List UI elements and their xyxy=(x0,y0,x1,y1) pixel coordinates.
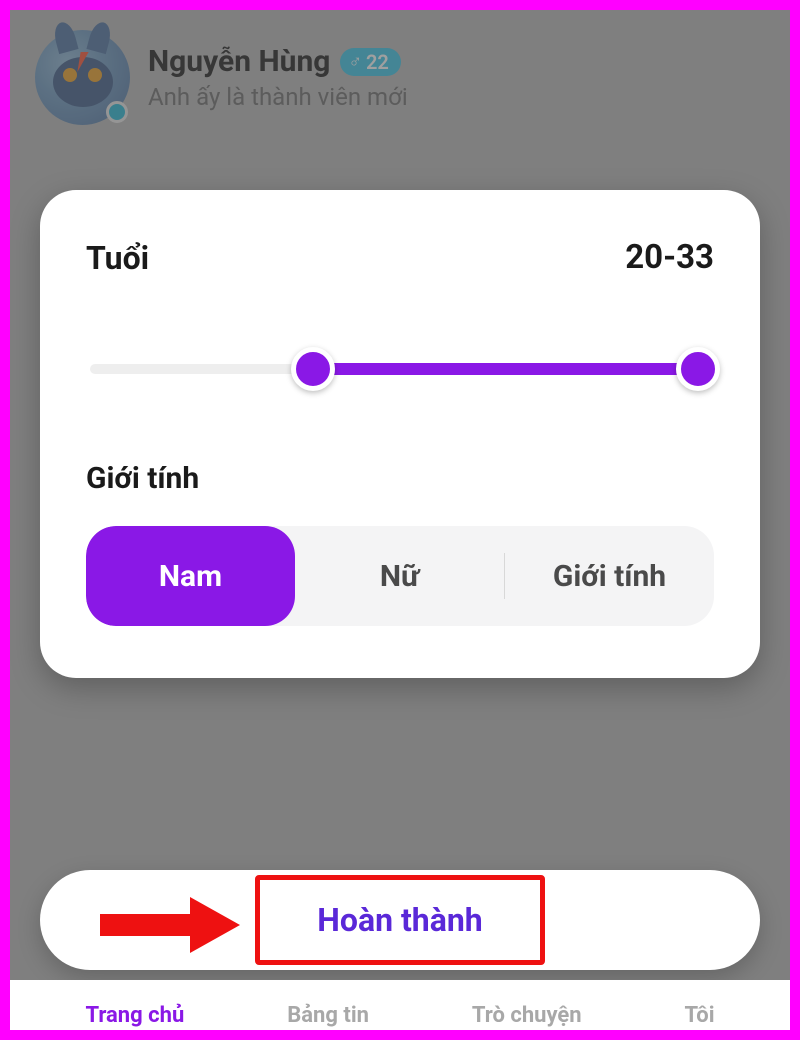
gender-label: Giới tính xyxy=(86,461,714,496)
age-range-value: 20-33 xyxy=(625,238,714,277)
slider-handle-min[interactable] xyxy=(291,347,335,391)
gender-option-other[interactable]: Giới tính xyxy=(505,526,714,626)
age-label: Tuổi xyxy=(86,239,149,277)
nav-feed[interactable]: Bảng tin xyxy=(287,1003,369,1030)
nav-chat[interactable]: Trò chuyện xyxy=(472,1003,582,1030)
gender-option-male-label: Nam xyxy=(159,559,222,594)
slider-fill xyxy=(301,363,698,375)
app-frame: Nguyễn Hùng ♂ 22 Anh ấy là thành viên mớ… xyxy=(10,10,790,1030)
gender-segmented: Nam Nữ Giới tính xyxy=(86,526,714,626)
bottom-nav: Trang chủ Bảng tin Trò chuyện Tôi xyxy=(10,980,790,1030)
slider-handle-max[interactable] xyxy=(676,347,720,391)
gender-option-male[interactable]: Nam xyxy=(86,526,295,626)
age-range-slider[interactable] xyxy=(90,347,710,391)
gender-option-female[interactable]: Nữ xyxy=(295,526,504,626)
filter-card: Tuổi 20-33 Giới tính Nam Nữ Giới tính xyxy=(40,190,760,678)
gender-option-female-label: Nữ xyxy=(380,559,419,594)
done-button-label: Hoàn thành xyxy=(317,901,482,939)
nav-me[interactable]: Tôi xyxy=(685,1003,715,1030)
gender-option-other-label: Giới tính xyxy=(553,559,666,594)
nav-home[interactable]: Trang chủ xyxy=(85,1003,184,1030)
done-button[interactable]: Hoàn thành xyxy=(40,870,760,970)
